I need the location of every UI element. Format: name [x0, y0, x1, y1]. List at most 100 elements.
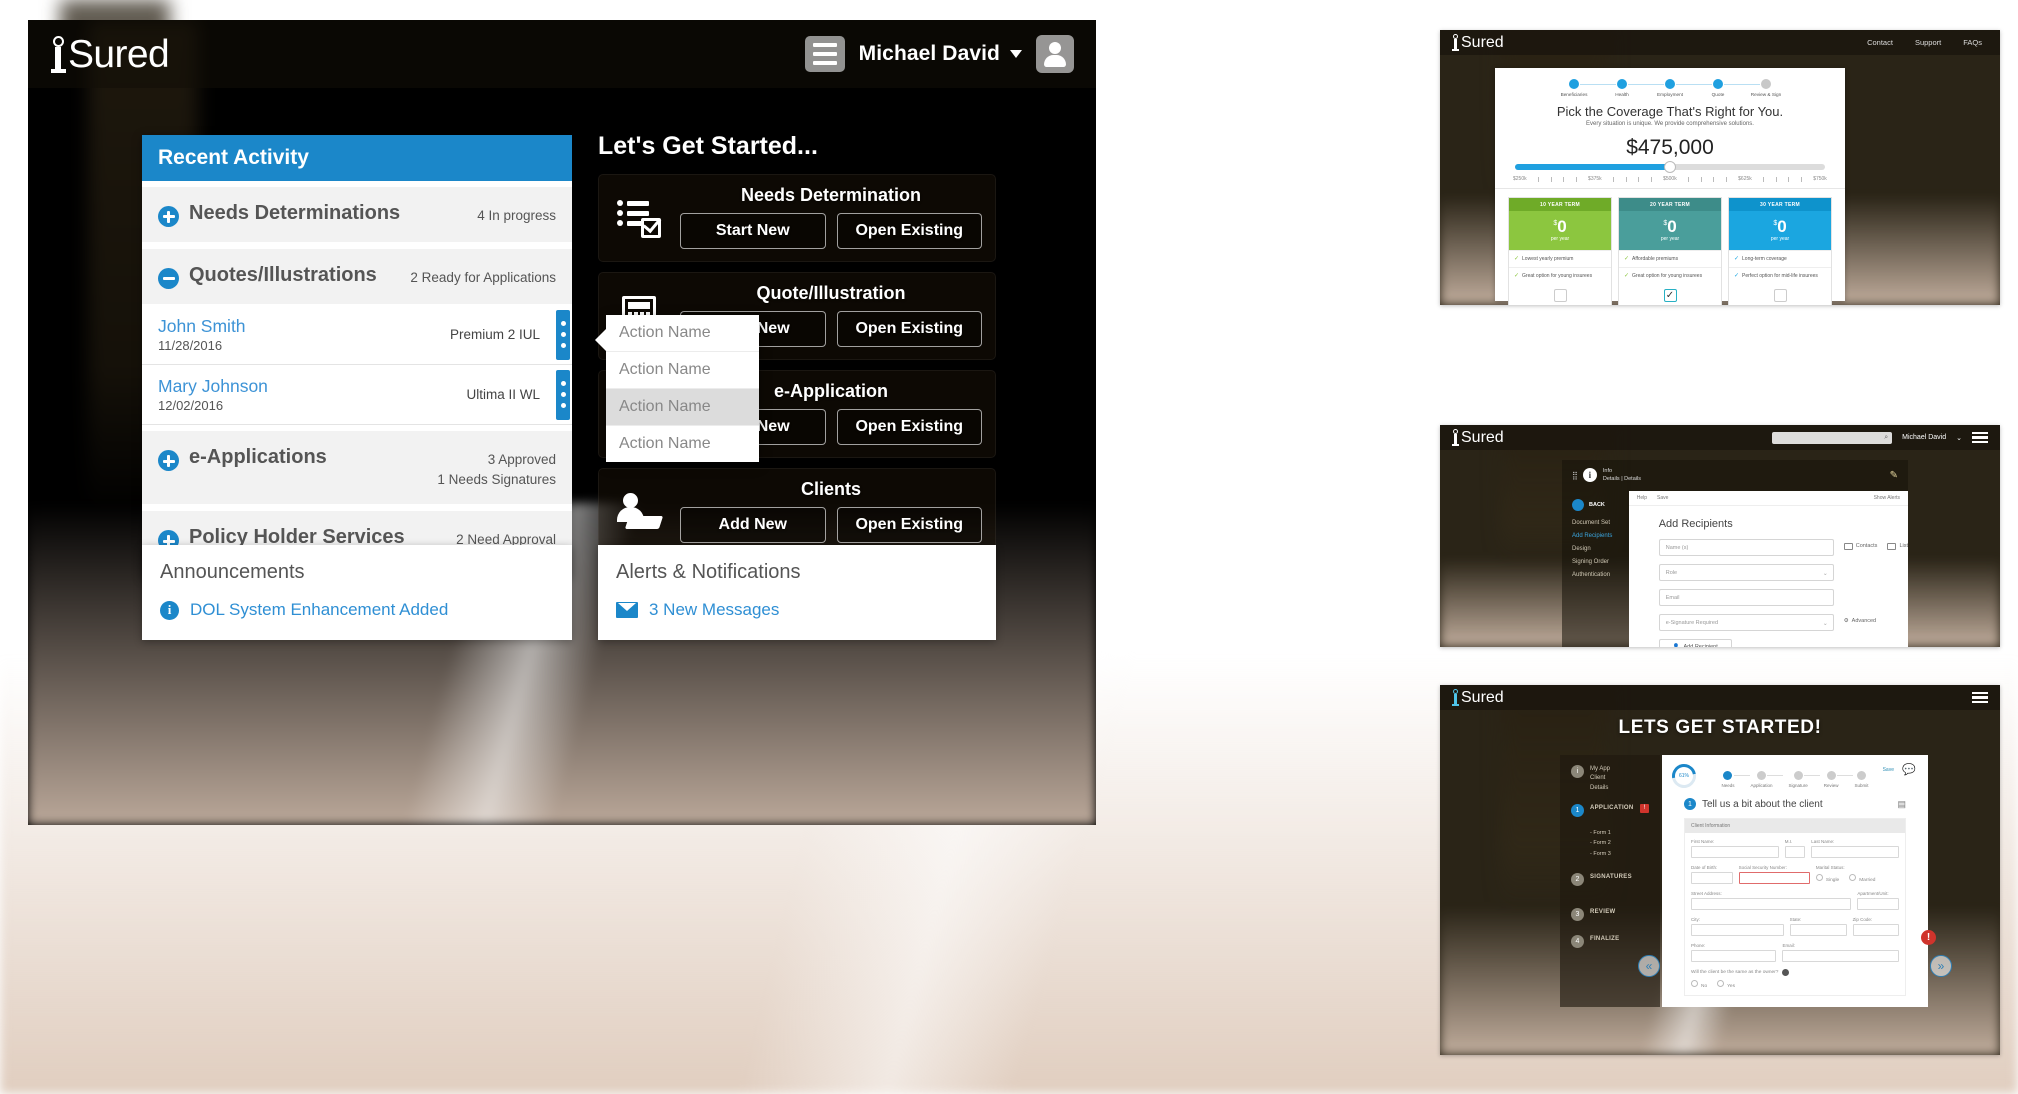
user-name-label[interactable]: Michael David — [859, 42, 1000, 66]
open-existing-button[interactable]: Open Existing — [836, 409, 982, 445]
step-quote[interactable]: Quote — [1694, 79, 1760, 97]
step-review[interactable]: Review — [1824, 771, 1853, 788]
dropdown-item[interactable]: Action Name — [606, 352, 759, 389]
nav-support[interactable]: Support — [1915, 38, 1941, 47]
sidebar-item-finalize[interactable]: 4 FINALIZE — [1571, 935, 1649, 949]
sidebar-item-authentication[interactable]: Authentication — [1572, 572, 1619, 578]
email-field[interactable]: Email — [1658, 588, 1834, 606]
sidebar-item-signatures[interactable]: 2 SIGNATURES — [1571, 873, 1649, 887]
date-of-birth-field[interactable]: Date of Birth: — [1691, 865, 1733, 884]
alert-row[interactable]: 3 New Messages — [616, 600, 978, 620]
add-new-button[interactable]: Add New — [680, 507, 826, 543]
middle-initial-field[interactable]: M.I. — [1784, 839, 1806, 858]
show-alerts-button[interactable]: Show Alerts — [1874, 495, 1900, 501]
activity-item-mary-johnson[interactable]: Mary Johnson 12/02/2016 Ultima II WL — [142, 365, 572, 426]
announcement-link[interactable]: DOL System Enhancement Added — [190, 600, 448, 620]
contacts-button[interactable]: Contacts — [1843, 542, 1877, 550]
pencil-icon[interactable]: ✎ — [1890, 470, 1898, 481]
step-needs[interactable]: Needs — [1721, 771, 1750, 788]
row-actions-icon[interactable] — [556, 309, 570, 360]
step-employment[interactable]: Employment — [1646, 79, 1712, 97]
email-field[interactable]: Email: — [1782, 943, 1899, 962]
step-health[interactable]: Health — [1598, 79, 1664, 97]
last-name-field[interactable]: Last Name: — [1811, 839, 1900, 858]
activity-item-name[interactable]: John Smith — [158, 316, 246, 336]
state-field[interactable]: State: — [1789, 917, 1847, 936]
sidebar-item-add-recipients[interactable]: Add Recipients — [1572, 533, 1619, 539]
add-recipient-button[interactable]: 👤 Add Recipient — [1658, 638, 1732, 647]
step-application[interactable]: Application — [1750, 771, 1784, 788]
row-actions-icon[interactable] — [556, 369, 570, 420]
sidebar-subitem[interactable]: - Form 2 — [1590, 838, 1649, 848]
role-select[interactable]: Role ⌄ — [1658, 563, 1834, 581]
nav-contact[interactable]: Contact — [1867, 38, 1893, 47]
help-button[interactable]: Help — [1637, 495, 1647, 501]
activity-group-quotes-illustrations[interactable]: Quotes/Illustrations 2 Ready for Applica… — [142, 249, 572, 305]
plan-choose[interactable]: CHOOSE — [1729, 284, 1831, 305]
owner-radios[interactable]: No Yes — [1691, 980, 1899, 989]
user-avatar-icon[interactable] — [1036, 35, 1074, 73]
step-review-sign[interactable]: Review & Sign — [1742, 79, 1790, 97]
drag-handle-icon[interactable]: ⣿ — [1572, 471, 1578, 480]
activity-group-needs-determinations[interactable]: Needs Determinations 4 In progress — [142, 187, 572, 243]
sidebar-item-review[interactable]: 3 REVIEW — [1571, 908, 1649, 922]
marital-status-radios[interactable]: Single Married — [1815, 872, 1899, 884]
phone-field[interactable]: Phone: — [1691, 943, 1777, 962]
save-button[interactable]: Save — [1657, 495, 1668, 501]
alert-link[interactable]: 3 New Messages — [649, 600, 779, 620]
advanced-button[interactable]: ⚙ Advanced — [1844, 618, 1876, 624]
start-new-button[interactable]: Start New — [680, 213, 826, 249]
help-bubble-icon[interactable]: 💬 — [1902, 763, 1916, 776]
open-existing-button[interactable]: Open Existing — [836, 311, 982, 347]
chevron-down-icon[interactable]: ⌄ — [1956, 434, 1962, 442]
hamburger-icon[interactable] — [1972, 691, 1988, 705]
thumbnail-application-screen[interactable]: Sured LETS GET STARTED! i My App Client … — [1440, 685, 2000, 1055]
nav-faqs[interactable]: FAQs — [1963, 38, 1982, 47]
contacts-icon[interactable]: ▤ — [1897, 799, 1906, 810]
list-button[interactable]: List — [1887, 542, 1908, 550]
checkbox-checked-icon[interactable]: ✓ — [1663, 289, 1677, 302]
apartment-unit-field[interactable]: Apartment/Unit: — [1857, 891, 1899, 910]
chevron-right-icon[interactable]: » — [1930, 955, 1952, 977]
zip-code-field[interactable]: Zip Code: — [1852, 917, 1899, 936]
slider-handle[interactable] — [1664, 161, 1676, 173]
esignature-select[interactable]: e-Signature Required ⌄ — [1658, 613, 1834, 631]
plan-card-10-year[interactable]: 10 YEAR TERM $0 per year ✓ Lowest yearly … — [1509, 198, 1611, 305]
sidebar-item-document-set[interactable]: Document Set — [1572, 520, 1619, 526]
sidebar-item-my-app[interactable]: i My App Client Details — [1571, 765, 1649, 793]
hamburger-icon[interactable] — [1972, 431, 1988, 445]
plan-choose[interactable]: ✓ CHOOSE — [1619, 284, 1721, 305]
first-name-field[interactable]: First Name: — [1691, 839, 1779, 858]
brand-logo[interactable]: Sured — [50, 35, 170, 74]
activity-item-john-smith[interactable]: John Smith 11/28/2016 Premium 2 IUL — [142, 305, 572, 366]
dropdown-item[interactable]: Action Name — [606, 315, 759, 352]
sidebar-item-application[interactable]: 1 APPLICATION ! — [1571, 803, 1649, 817]
back-button[interactable]: BACK — [1572, 498, 1619, 511]
name-field[interactable]: Name (s) — [1658, 538, 1834, 556]
checkbox-icon[interactable] — [1553, 289, 1567, 302]
save-button[interactable]: Save — [1883, 767, 1894, 773]
step-beneficiaries[interactable]: Beneficiaries — [1550, 79, 1616, 97]
announcement-row[interactable]: i DOL System Enhancement Added — [160, 600, 554, 620]
checkbox-icon[interactable] — [1773, 289, 1787, 302]
dropdown-item[interactable]: Action Name — [606, 389, 759, 426]
alert-icon[interactable]: ! — [1921, 930, 1936, 945]
plan-choose[interactable]: CHOOSE — [1509, 284, 1611, 305]
sidebar-item-design[interactable]: Design — [1572, 546, 1619, 552]
open-existing-button[interactable]: Open Existing — [836, 507, 982, 543]
search-input[interactable]: ⌕ — [1772, 431, 1893, 444]
chevron-left-icon[interactable]: « — [1638, 955, 1660, 977]
sidebar-item-signing-order[interactable]: Signing Order — [1572, 559, 1619, 565]
thumbnail-esign-screen[interactable]: Sured ⌕ Michael David ⌄ ⣿ i Info Details… — [1440, 425, 2000, 647]
street-address-field[interactable]: Street Address: — [1691, 891, 1852, 910]
sidebar-subitem[interactable]: - Form 1 — [1590, 828, 1649, 838]
activity-item-name[interactable]: Mary Johnson — [158, 376, 268, 396]
dropdown-item[interactable]: Action Name — [606, 426, 759, 462]
help-icon[interactable] — [1782, 969, 1790, 976]
sidebar-subitem[interactable]: - Form 3 — [1590, 849, 1649, 859]
plan-card-30-year[interactable]: 30 YEAR TERM $0 per year ✓ Long-term cove… — [1729, 198, 1831, 305]
plus-circle-icon[interactable] — [158, 450, 179, 472]
thumbnail-quote-screen[interactable]: Sured Contact Support FAQs Beneficiaries… — [1440, 30, 2000, 305]
step-signature[interactable]: Signature — [1788, 771, 1821, 788]
activity-group-e-applications[interactable]: e-Applications 3 Approved 1 Needs Signat… — [142, 431, 572, 506]
